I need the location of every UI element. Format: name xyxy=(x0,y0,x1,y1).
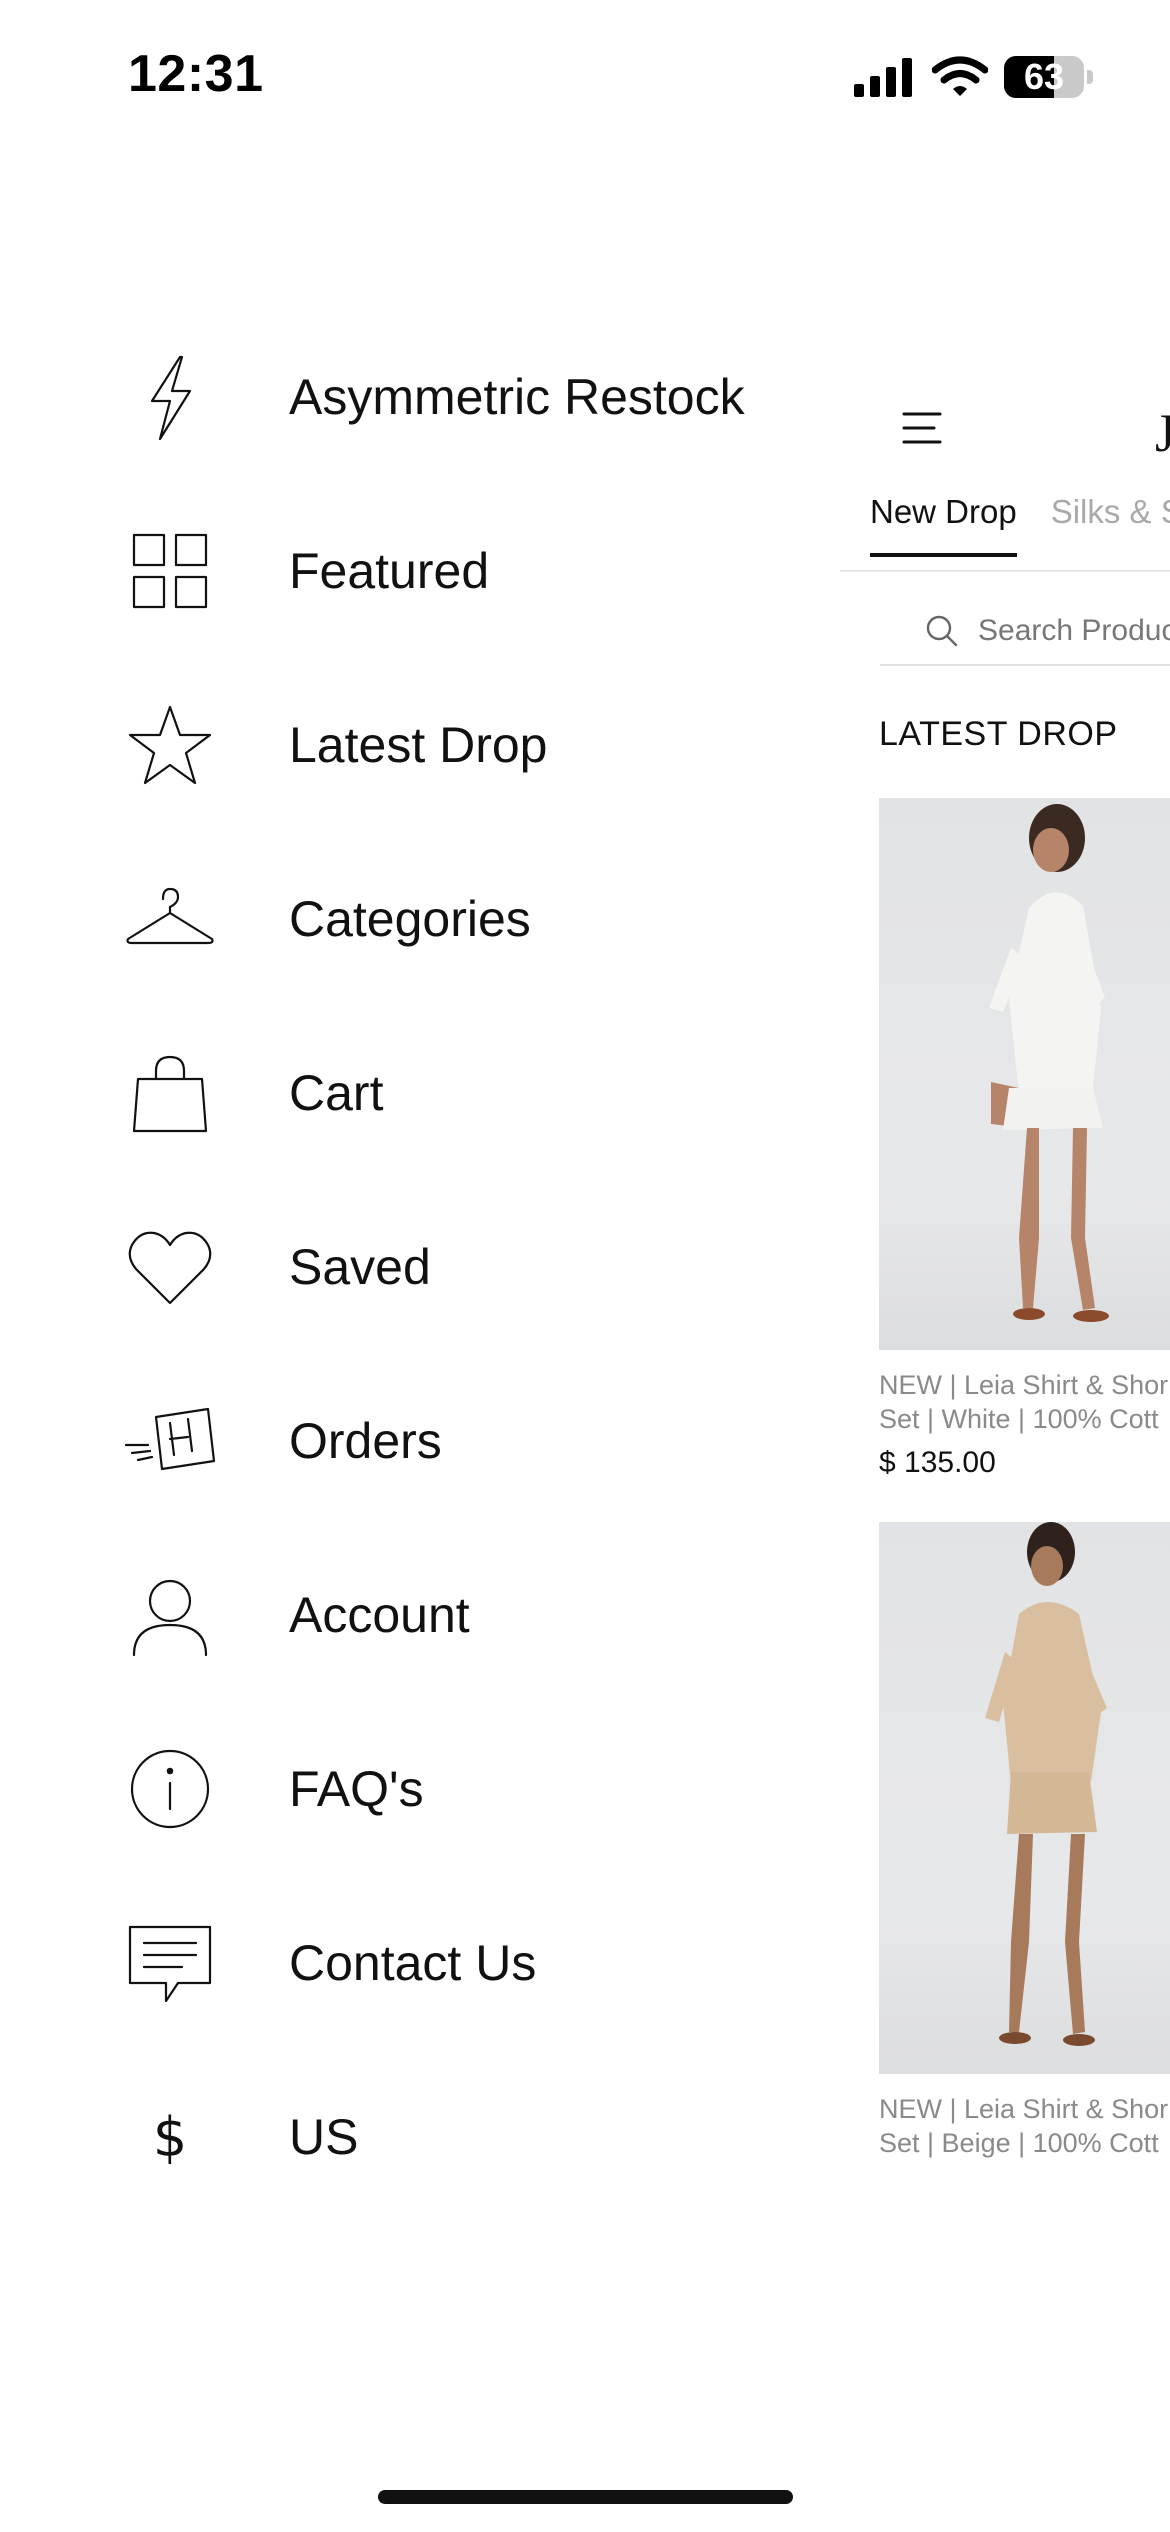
menu-label: US xyxy=(289,2109,359,2165)
battery-nub xyxy=(1087,70,1093,84)
menu-label: Categories xyxy=(289,891,531,947)
product-image[interactable] xyxy=(879,798,1170,1350)
product-name-line-1: NEW | Leia Shirt & Shor xyxy=(879,2094,1169,2124)
menu-item-contact-us[interactable]: Contact Us xyxy=(0,1876,830,2050)
menu-item-faqs[interactable]: FAQ's xyxy=(0,1702,830,1876)
category-tabs: New Drop Silks & S xyxy=(870,493,1170,557)
product-price: $ 135.00 xyxy=(879,1446,996,1479)
product-name[interactable]: NEW | Leia Shirt & Shor Set | White | 10… xyxy=(879,1368,1170,1436)
product-card[interactable]: NEW | Leia Shirt & Shor Set | White | 10… xyxy=(879,798,1170,1480)
tabs-divider xyxy=(840,570,1170,572)
chat-icon xyxy=(122,1915,218,2011)
status-time: 12:31 xyxy=(128,45,264,103)
currency-symbol: $ xyxy=(152,2105,188,2169)
search-bar[interactable] xyxy=(880,598,1170,666)
menu-item-latest-drop[interactable]: Latest Drop xyxy=(0,658,830,832)
search-icon xyxy=(924,613,960,649)
section-title: LATEST DROP xyxy=(879,715,1118,753)
star-icon xyxy=(122,697,218,793)
menu-label: FAQ's xyxy=(289,1761,424,1817)
heart-icon xyxy=(122,1219,218,1315)
home-indicator[interactable] xyxy=(378,2490,793,2504)
product-card[interactable]: NEW | Leia Shirt & Shor Set | Beige | 10… xyxy=(879,1522,1170,2160)
menu-label: Featured xyxy=(289,543,490,599)
battery-icon: 63 xyxy=(1004,56,1084,98)
product-image[interactable] xyxy=(879,1522,1170,2074)
menu-label: Saved xyxy=(289,1239,431,1295)
menu-item-cart[interactable]: Cart xyxy=(0,1006,830,1180)
info-icon xyxy=(122,1741,218,1837)
product-name-line-2: Set | Beige | 100% Cott xyxy=(879,2128,1159,2158)
lightning-icon xyxy=(122,349,218,445)
menu-label: Latest Drop xyxy=(289,717,548,773)
menu-item-currency[interactable]: $ US xyxy=(0,2050,830,2224)
menu-item-orders[interactable]: Orders xyxy=(0,1354,830,1528)
tab-new-drop[interactable]: New Drop xyxy=(870,493,1017,557)
delivery-box-icon xyxy=(122,1393,218,1489)
menu-item-asymmetric-restock[interactable]: Asymmetric Restock xyxy=(0,310,830,484)
cellular-signal-icon xyxy=(852,56,914,98)
search-input[interactable] xyxy=(978,614,1170,648)
brand-logo[interactable]: J xyxy=(1155,402,1170,464)
menu-item-categories[interactable]: Categories xyxy=(0,832,830,1006)
product-name-line-1: NEW | Leia Shirt & Shor xyxy=(879,1370,1169,1400)
shopping-bag-icon xyxy=(122,1045,218,1141)
tab-silks[interactable]: Silks & S xyxy=(1051,493,1170,553)
menu-label: Orders xyxy=(289,1413,442,1469)
grid-icon xyxy=(122,523,218,619)
menu-label: Contact Us xyxy=(289,1935,537,1991)
status-icons: 63 xyxy=(852,52,1093,102)
hanger-icon xyxy=(122,871,218,967)
battery-level: 63 xyxy=(1023,56,1065,97)
product-name-line-2: Set | White | 100% Cott xyxy=(879,1404,1159,1434)
menu-item-account[interactable]: Account xyxy=(0,1528,830,1702)
menu-label: Account xyxy=(289,1587,470,1643)
menu-label: Asymmetric Restock xyxy=(289,369,745,425)
side-menu: Asymmetric Restock Featured Latest Drop … xyxy=(0,310,830,2224)
status-bar: 12:31 63 xyxy=(0,0,1170,150)
dollar-icon: $ xyxy=(122,2089,218,2185)
person-icon xyxy=(122,1567,218,1663)
store-screen[interactable]: J New Drop Silks & S LATEST DROP xyxy=(840,330,1170,2530)
product-name[interactable]: NEW | Leia Shirt & Shor Set | Beige | 10… xyxy=(879,2092,1170,2160)
wifi-icon xyxy=(931,56,989,98)
menu-label: Cart xyxy=(289,1065,384,1121)
menu-item-featured[interactable]: Featured xyxy=(0,484,830,658)
hamburger-menu-icon[interactable] xyxy=(900,406,944,450)
menu-item-saved[interactable]: Saved xyxy=(0,1180,830,1354)
